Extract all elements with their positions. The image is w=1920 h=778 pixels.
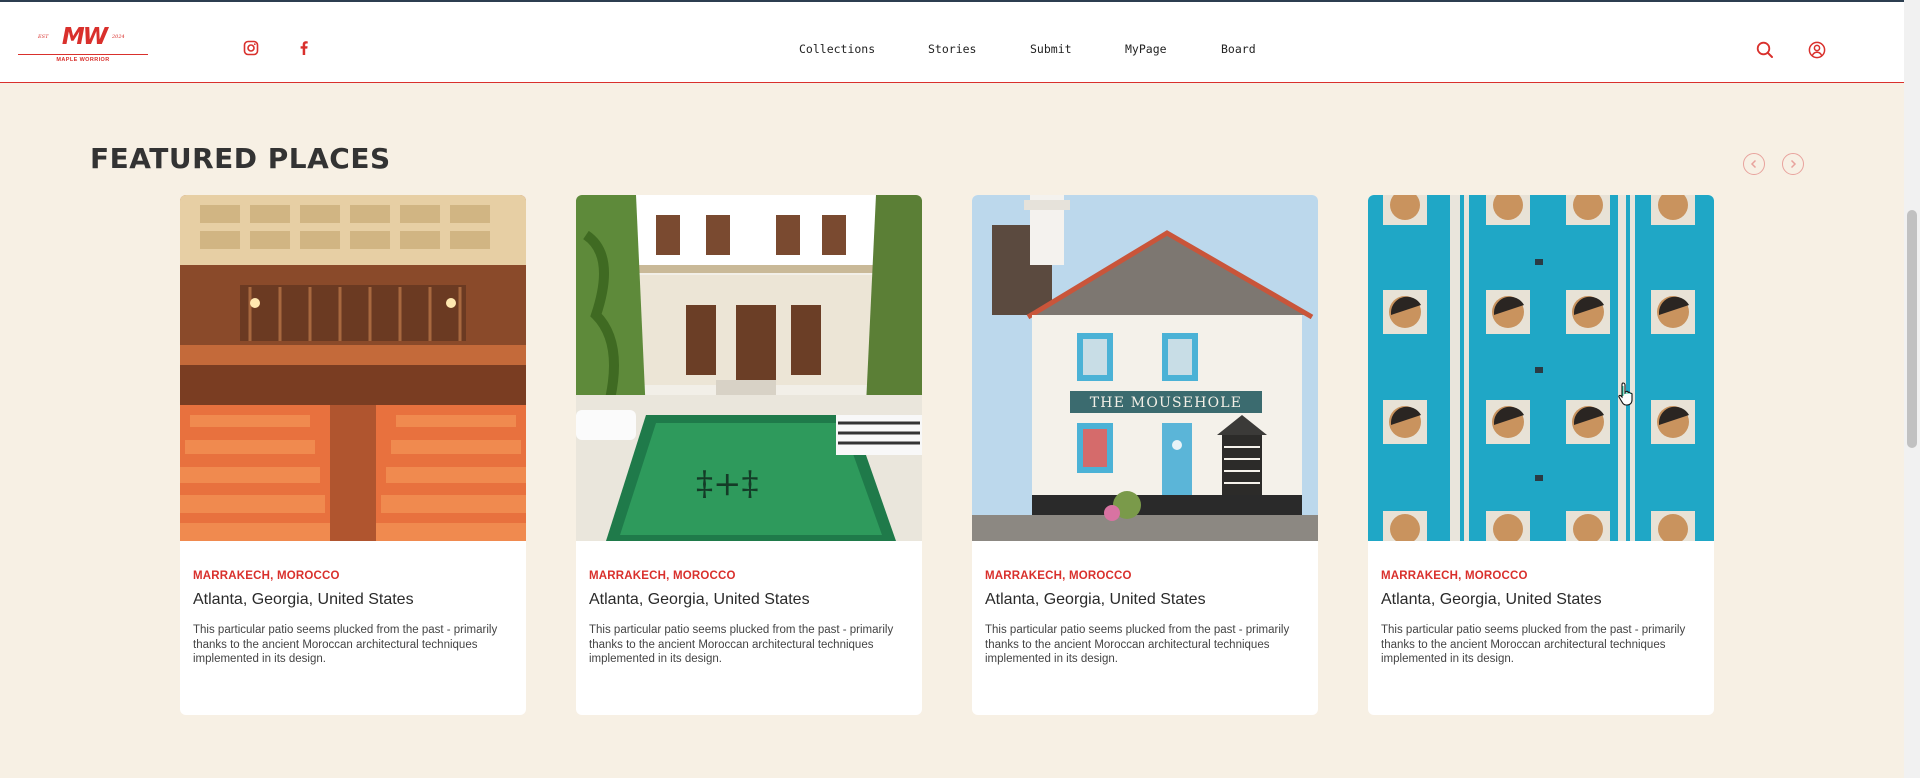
place-card[interactable]: THE MOUSEHOLE MARRAKECH, MOROCCO Atlanta… (972, 195, 1318, 715)
carousel-next-button[interactable] (1782, 153, 1804, 175)
account-icon[interactable] (1807, 40, 1829, 62)
card-image-cottage: THE MOUSEHOLE (972, 195, 1318, 541)
logo-subtitle: MAPLE WORRIOR (56, 57, 110, 63)
logo-divider (18, 54, 148, 55)
card-description: This particular patio seems plucked from… (193, 624, 498, 665)
place-card[interactable]: MARRAKECH, MOROCCO Atlanta, Georgia, Uni… (1368, 195, 1714, 715)
card-description: This particular patio seems plucked from… (985, 624, 1290, 665)
nav-item-mypage[interactable]: MyPage (1125, 42, 1167, 56)
site-logo[interactable]: EST MW 2024 MAPLE WORRIOR (18, 26, 150, 66)
nav-item-stories[interactable]: Stories (928, 42, 976, 56)
logo-est-text: EST (38, 34, 49, 40)
logo-year-text: 2024 (112, 34, 125, 40)
cottage-sign-text: THE MOUSEHOLE (1090, 395, 1242, 411)
card-city: Atlanta, Georgia, United States (193, 591, 414, 608)
card-location: MARRAKECH, MOROCCO (589, 570, 736, 582)
search-icon[interactable] (1755, 40, 1777, 62)
svg-text:‡+‡: ‡+‡ (696, 464, 759, 504)
chevron-right-icon (1790, 159, 1797, 169)
card-location: MARRAKECH, MOROCCO (985, 570, 1132, 582)
logo-monogram: MW (61, 24, 108, 50)
card-image-turquoise-facade (1368, 195, 1714, 541)
instagram-icon[interactable] (243, 40, 263, 60)
place-card[interactable]: MARRAKECH, MOROCCO Atlanta, Georgia, Uni… (180, 195, 526, 715)
card-description: This particular patio seems plucked from… (1381, 624, 1686, 665)
card-description: This particular patio seems plucked from… (589, 624, 894, 665)
facebook-icon[interactable] (296, 40, 316, 60)
nav-item-board[interactable]: Board (1221, 42, 1256, 56)
site-header: EST MW 2024 MAPLE WORRIOR Collections St… (0, 2, 1904, 83)
card-image-courtyard: ‡+‡ (576, 195, 922, 541)
card-city: Atlanta, Georgia, United States (589, 591, 810, 608)
card-image-auditorium (180, 195, 526, 541)
chevron-left-icon (1750, 159, 1757, 169)
card-city: Atlanta, Georgia, United States (985, 591, 1206, 608)
card-city: Atlanta, Georgia, United States (1381, 591, 1602, 608)
nav-item-submit[interactable]: Submit (1030, 42, 1072, 56)
card-location: MARRAKECH, MOROCCO (1381, 570, 1528, 582)
card-location: MARRAKECH, MOROCCO (193, 570, 340, 582)
hand-cursor-icon (1618, 382, 1633, 406)
scrollbar-thumb[interactable] (1907, 210, 1917, 448)
place-card[interactable]: ‡+‡ MARRAKECH, MOROCCO Atlanta, Georgia,… (576, 195, 922, 715)
section-title: FEATURED PLACES (90, 142, 391, 175)
carousel-prev-button[interactable] (1743, 153, 1765, 175)
nav-item-collections[interactable]: Collections (799, 42, 875, 56)
